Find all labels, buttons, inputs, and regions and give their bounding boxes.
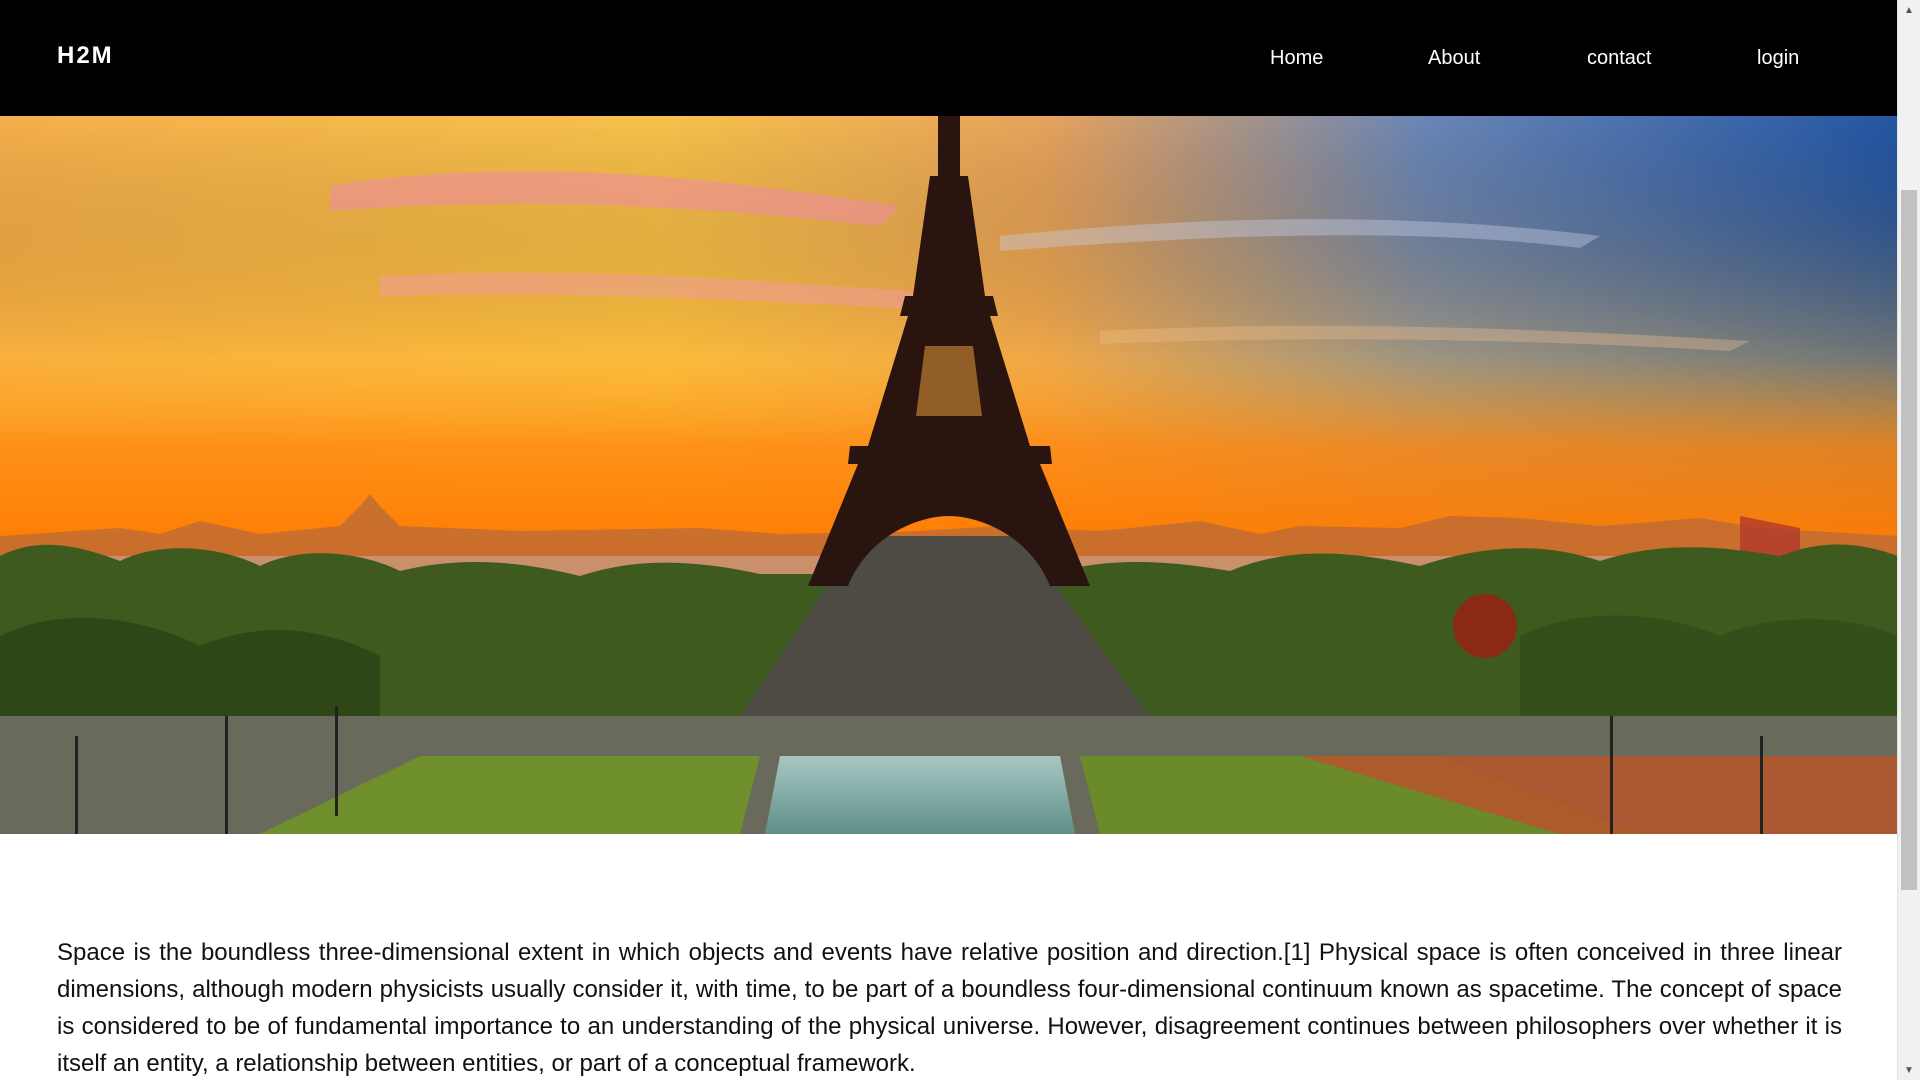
scroll-up-arrow-icon[interactable]: ▲: [1898, 0, 1920, 20]
nav-login-link[interactable]: login: [1757, 47, 1799, 70]
brand-logo[interactable]: H2M: [57, 42, 114, 70]
scroll-down-arrow-icon[interactable]: ▼: [1898, 1060, 1920, 1080]
nav-about-link[interactable]: About: [1428, 47, 1480, 70]
top-navbar: H2M Home About contact login: [0, 0, 1898, 116]
nav-home-link[interactable]: Home: [1270, 47, 1323, 70]
page: H2M Home About contact login Space is th…: [0, 0, 1920, 1080]
nav-contact-link[interactable]: contact: [1587, 47, 1651, 70]
scrollbar-thumb[interactable]: [1901, 190, 1917, 890]
hero-image: [0, 116, 1898, 834]
eiffel-tower-sunset-illustration: [0, 116, 1898, 834]
content-paragraph: Space is the boundless three-dimensional…: [57, 939, 1842, 1077]
vertical-scrollbar[interactable]: ▲ ▼: [1897, 0, 1920, 1080]
